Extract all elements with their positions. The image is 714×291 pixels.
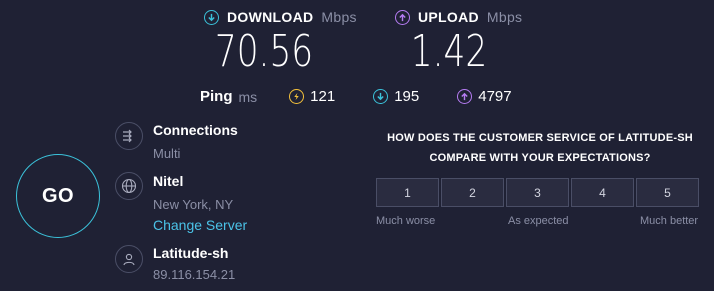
rating-option-5[interactable]: 5 <box>636 178 699 207</box>
idle-ping-value: 121 <box>310 88 336 105</box>
server-location: New York, NY <box>153 197 234 212</box>
survey-question-line-2: COMPARE WITH YOUR EXPECTATIONS? <box>429 152 651 164</box>
provider-title: Latitude-sh <box>153 245 229 261</box>
connections-title: Connections <box>153 122 238 138</box>
scale-low-label: Much worse <box>376 215 436 227</box>
download-header: DOWNLOAD Mbps <box>204 9 357 25</box>
upload-speed-value: 1.42 <box>410 26 488 77</box>
rating-option-4[interactable]: 4 <box>571 178 634 207</box>
download-ping-arrow-icon <box>373 89 389 104</box>
ping-unit: ms <box>238 88 258 105</box>
rating-option-1[interactable]: 1 <box>376 178 439 207</box>
upload-label: UPLOAD <box>418 9 479 25</box>
upload-ping-arrow-icon <box>457 89 473 104</box>
user-icon <box>115 245 143 273</box>
ping-label: Ping <box>200 88 233 105</box>
download-label: DOWNLOAD <box>227 9 314 25</box>
upload-ping-value: 4797 <box>478 88 512 105</box>
ping-row: Ping ms 121 195 4797 <box>200 88 512 105</box>
download-arrow-icon <box>204 9 219 25</box>
rating-scale: 1 2 3 4 5 <box>376 178 699 207</box>
connections-icon[interactable] <box>115 122 143 150</box>
provider-ip: 89.116.154.21 <box>153 267 236 282</box>
go-button[interactable]: GO <box>16 154 100 238</box>
rating-option-3[interactable]: 3 <box>506 178 569 207</box>
survey-question: HOW DOES THE CUSTOMER SERVICE OF LATITUD… <box>370 128 710 168</box>
upload-header: UPLOAD Mbps <box>395 9 522 25</box>
upload-arrow-icon <box>395 9 410 25</box>
idle-ping-bolt-icon <box>289 89 305 104</box>
change-server-link[interactable]: Change Server <box>153 217 247 233</box>
survey-question-line-1: HOW DOES THE CUSTOMER SERVICE OF LATITUD… <box>387 132 693 144</box>
connections-value: Multi <box>153 146 181 161</box>
globe-icon <box>115 172 143 200</box>
server-title: Nitel <box>153 173 184 189</box>
scale-mid-label: As expected <box>508 215 569 227</box>
download-ping-value: 195 <box>394 88 420 105</box>
scale-high-label: Much better <box>640 215 699 227</box>
download-speed-value: 70.56 <box>214 26 314 77</box>
upload-unit: Mbps <box>486 9 523 25</box>
rating-option-2[interactable]: 2 <box>441 178 504 207</box>
download-unit: Mbps <box>321 9 357 25</box>
